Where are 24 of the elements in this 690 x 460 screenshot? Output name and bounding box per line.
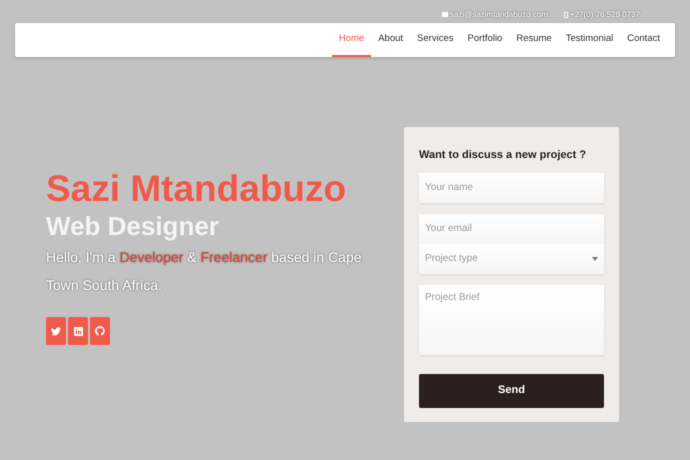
twitter-button[interactable] xyxy=(46,317,66,345)
linkedin-button[interactable] xyxy=(68,317,88,345)
envelope-icon xyxy=(442,12,448,17)
bird-icon xyxy=(51,326,61,336)
email-text: sazi@sazimtandabuzo.com xyxy=(450,8,548,20)
phone-text: +27(0) 76 528 0737 xyxy=(570,8,640,20)
send-button[interactable]: Send xyxy=(419,374,604,408)
caret-icon xyxy=(592,256,598,260)
nav-link[interactable]: Portfolio xyxy=(460,23,510,57)
nav-link[interactable]: Services xyxy=(410,23,460,57)
nav-link[interactable]: Resume xyxy=(509,23,559,57)
cat-icon xyxy=(95,326,105,336)
intro-text: Hello, I'm a Developer & Freelancer based in Cape Town South Africa. xyxy=(46,248,363,295)
nav-link[interactable]: Testimonial xyxy=(558,23,620,57)
nav-link[interactable]: About xyxy=(371,23,410,57)
name-field[interactable]: Your name xyxy=(419,172,604,202)
form-title: Want to discuss a new project ? xyxy=(419,148,588,163)
email-field[interactable]: Your email xyxy=(419,214,604,244)
github-button[interactable] xyxy=(90,317,110,345)
person-name: Sazi Mtandabuzo xyxy=(46,167,348,211)
project-brief-field[interactable]: Project Brief xyxy=(419,284,604,354)
phone-icon xyxy=(564,12,568,18)
nav-link[interactable]: Contact xyxy=(620,23,667,57)
linkedin-icon xyxy=(74,326,82,336)
